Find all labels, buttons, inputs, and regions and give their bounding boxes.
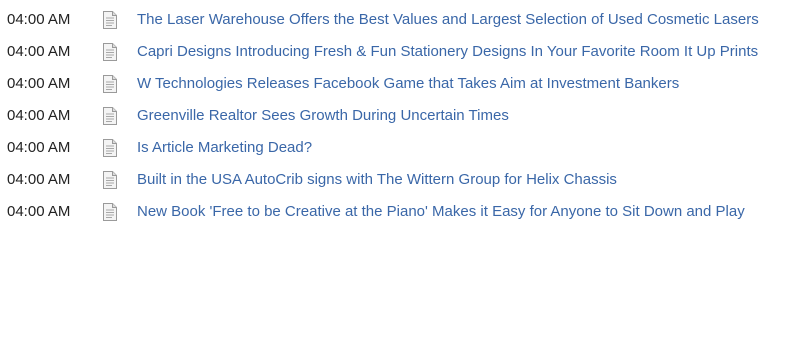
document-icon [100,138,120,158]
news-item: 04:00 AM Capri Designs Introducing Fresh… [0,41,807,63]
document-icon [100,42,120,62]
news-title-link[interactable]: Greenville Realtor Sees Growth During Un… [137,105,807,127]
news-title-link[interactable]: Is Article Marketing Dead? [137,137,807,159]
news-list: 04:00 AM The Laser Warehouse Offers the … [0,0,807,223]
document-icon [100,106,120,126]
news-time: 04:00 AM [7,171,71,188]
news-item: 04:00 AM The Laser Warehouse Offers the … [0,9,807,31]
news-title-link[interactable]: New Book 'Free to be Creative at the Pia… [137,201,807,223]
document-icon [100,202,120,222]
news-time: 04:00 AM [7,11,71,28]
document-icon [100,170,120,190]
news-time: 04:00 AM [7,75,71,92]
news-item: 04:00 AM W Technologies Releases Faceboo… [0,73,807,95]
document-icon [100,10,120,30]
news-item: 04:00 AM New Book 'Free to be Creative a… [0,201,807,223]
news-time: 04:00 AM [7,107,71,124]
document-icon [100,74,120,94]
news-time: 04:00 AM [7,43,71,60]
news-title-link[interactable]: Capri Designs Introducing Fresh & Fun St… [137,41,807,63]
news-title-link[interactable]: W Technologies Releases Facebook Game th… [137,73,807,95]
news-item: 04:00 AM Greenville Realtor Sees Growth … [0,105,807,127]
news-time: 04:00 AM [7,139,71,156]
news-title-link[interactable]: The Laser Warehouse Offers the Best Valu… [137,9,807,31]
news-item: 04:00 AM Built in the USA AutoCrib signs… [0,169,807,191]
news-item: 04:00 AM Is Article Marketing Dead? [0,137,807,159]
news-title-link[interactable]: Built in the USA AutoCrib signs with The… [137,169,807,191]
news-time: 04:00 AM [7,203,71,220]
